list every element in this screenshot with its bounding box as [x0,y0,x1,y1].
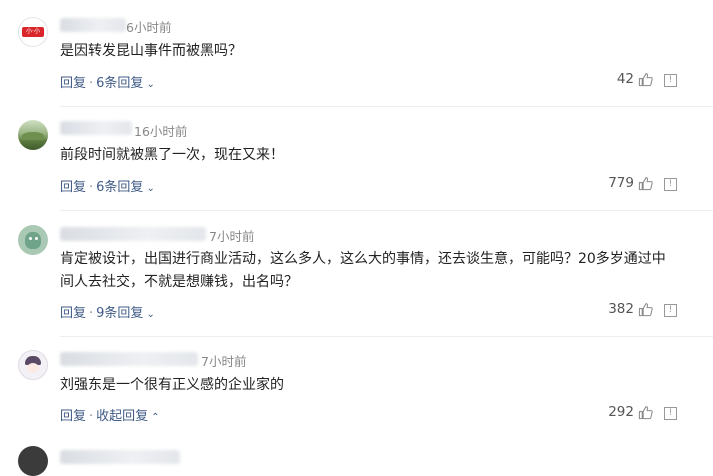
view-replies-button[interactable]: 6条回复 ⌄ [96,180,155,195]
reply-row: 回复 · 6条回复 ⌄ [60,176,155,195]
collapse-replies-button[interactable]: 收起回复 ⌃ [96,409,159,424]
reply-row: 回复 · 9条回复 ⌄ [60,302,155,321]
username[interactable] [60,450,180,464]
reply-button[interactable]: 回复 [60,306,86,321]
timestamp: 7小时前 [201,354,247,369]
avatar-logo-text: 小·小 [22,27,44,37]
avatar[interactable] [18,350,48,380]
replies-count: 6条回复 [96,76,144,91]
thumbs-up-icon [638,405,653,420]
replies-count: 收起回复 [96,409,149,424]
avatar[interactable]: 小·小 [18,17,48,47]
report-icon[interactable]: ! [664,304,677,317]
report-icon[interactable]: ! [664,178,677,191]
like-count: 382 [608,301,634,317]
view-replies-button[interactable]: 6条回复 ⌄ [96,76,155,91]
comment-text: 肯定被设计，出国进行商业活动，这么多人，这么大的事情，还去谈生意，可能吗？20多… [60,251,666,290]
comment-text: 前段时间就被黑了一次，现在又来！ [60,147,284,163]
comment-text: 刘强东是一个很有正义感的企业家的 [60,377,284,393]
comment-text: 是因转发昆山事件而被黑吗？ [60,43,242,59]
report-icon[interactable]: ! [664,407,677,420]
like-button[interactable]: 42 [617,71,653,87]
character-eye [29,237,32,240]
reply-row: 回复 · 收起回复 ⌃ [60,405,160,424]
like-count: 42 [616,71,634,87]
separator: · [89,409,94,424]
username[interactable] [60,121,132,135]
timestamp: 7小时前 [209,229,255,244]
reply-button[interactable]: 回复 [60,409,86,424]
report-icon[interactable]: ! [664,74,677,87]
character-shape [25,232,41,249]
timestamp: 6小时前 [126,20,172,35]
like-button[interactable]: 292 [608,404,653,420]
chevron-down-icon: ⌄ [146,309,155,320]
like-count: 779 [608,175,634,191]
chevron-down-icon: ⌄ [146,183,155,194]
avatar[interactable] [18,446,48,476]
view-replies-button[interactable]: 9条回复 ⌄ [96,306,155,321]
reply-button[interactable]: 回复 [60,76,86,91]
character-eye [35,237,38,240]
separator: · [89,180,94,195]
username[interactable] [60,227,206,241]
replies-count: 9条回复 [96,306,144,321]
separator: · [89,76,94,91]
divider [60,210,713,211]
separator: · [89,306,94,321]
reply-row: 回复 · 6条回复 ⌄ [60,72,155,91]
username[interactable] [60,352,198,366]
divider [60,106,713,107]
sketch-face [27,363,39,373]
like-button[interactable]: 779 [608,175,653,191]
avatar[interactable] [18,120,48,150]
timestamp: 16小时前 [134,124,188,139]
thumbs-up-icon [638,302,653,317]
like-button[interactable]: 382 [608,301,653,317]
replies-count: 6条回复 [96,180,144,195]
chevron-down-icon: ⌄ [146,79,155,90]
like-count: 292 [608,404,634,420]
thumbs-up-icon [638,72,653,87]
username[interactable] [60,18,126,32]
avatar[interactable] [18,225,48,255]
thumbs-up-icon [638,176,653,191]
chevron-up-icon: ⌃ [151,412,160,423]
landscape-shape [22,132,44,140]
divider [60,336,713,337]
reply-button[interactable]: 回复 [60,180,86,195]
